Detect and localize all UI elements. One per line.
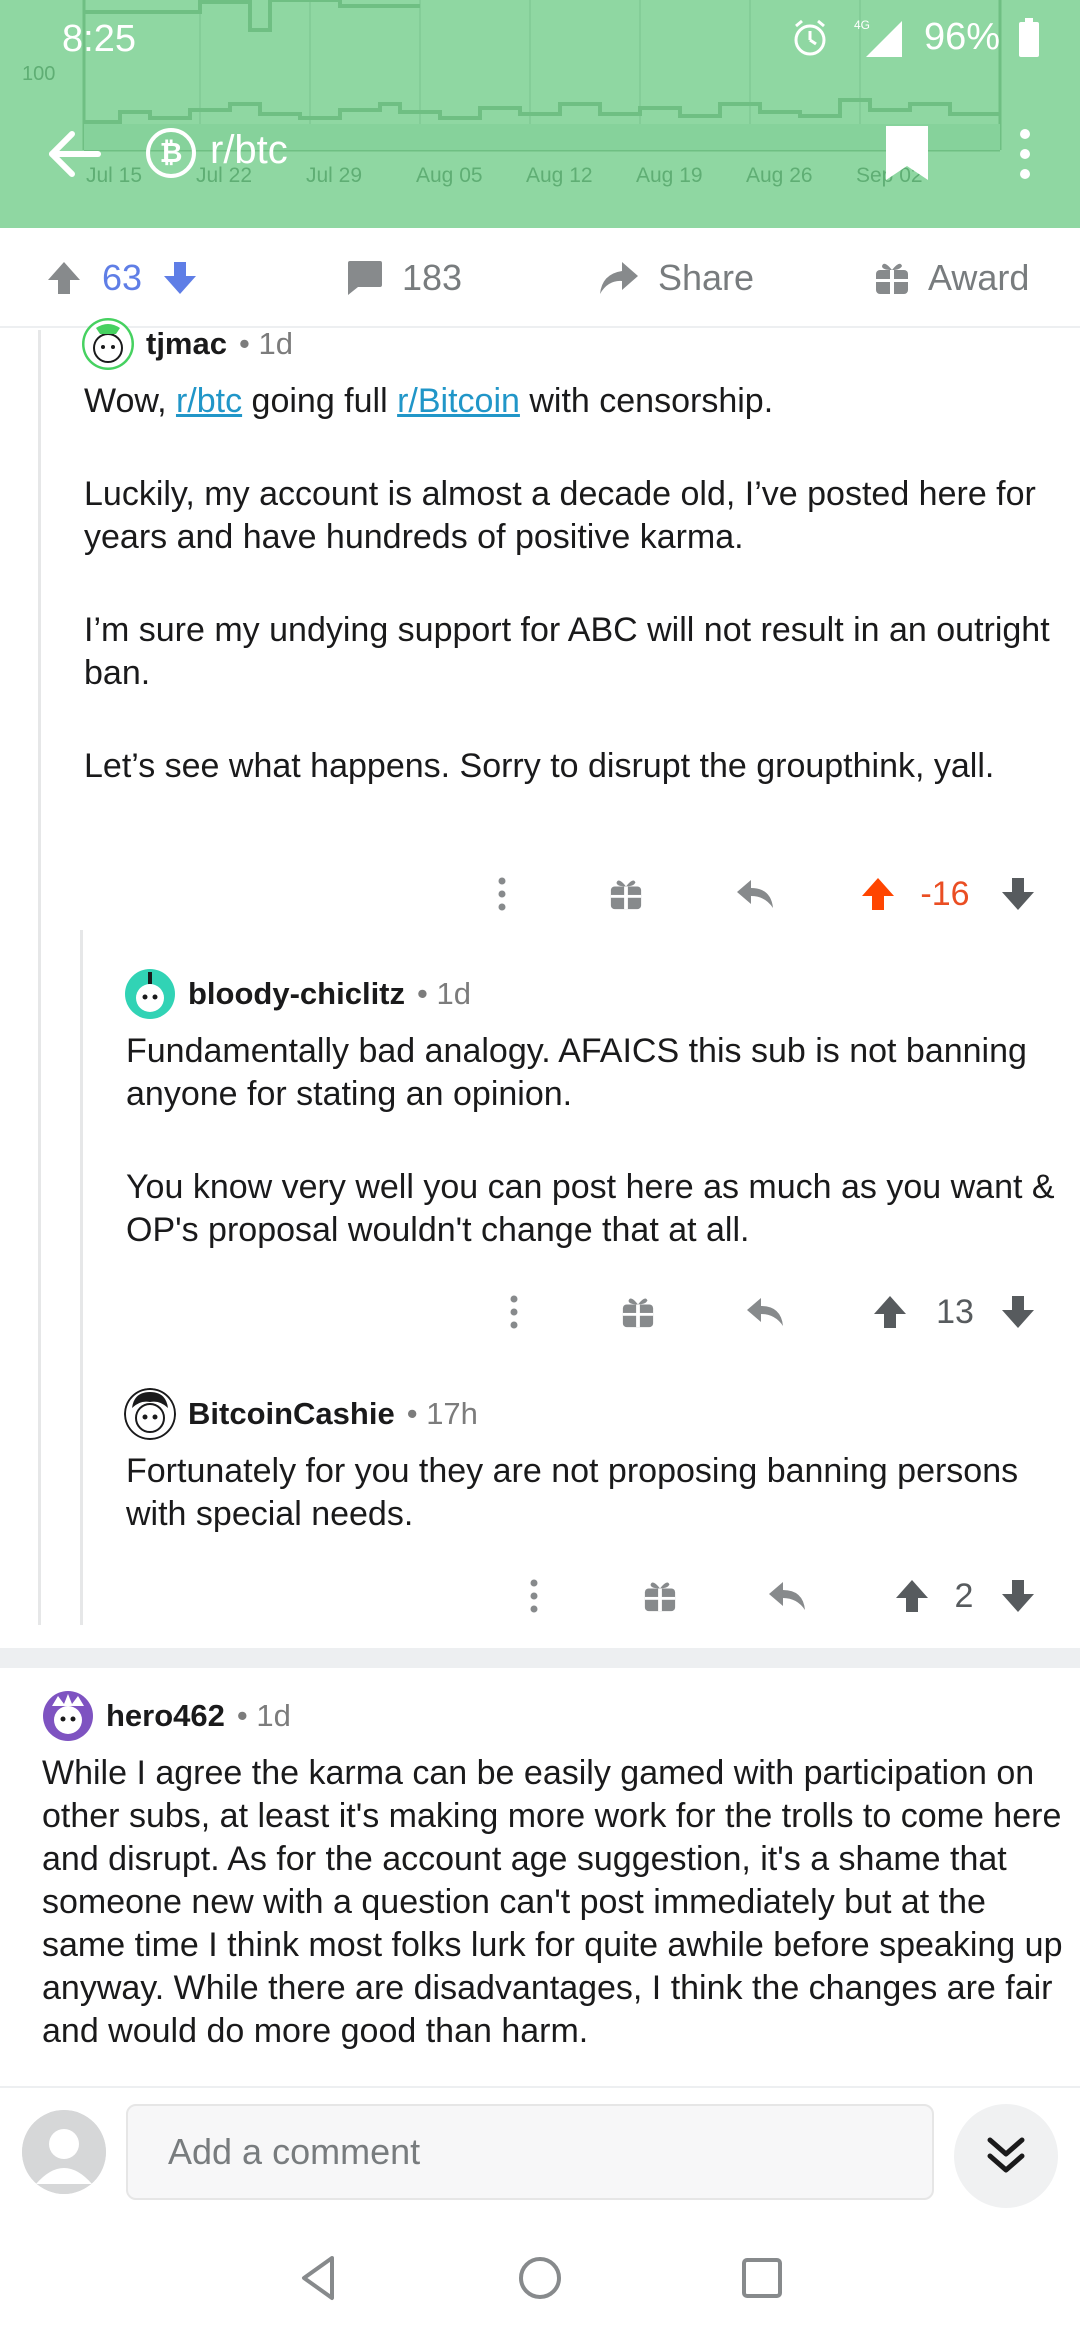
award-button[interactable]: Award	[874, 228, 1029, 328]
award-label: Award	[928, 257, 1030, 298]
comment-age: • 17h	[406, 1396, 478, 1431]
comment-age: • 1d	[417, 976, 471, 1011]
more-options-icon[interactable]	[492, 1282, 536, 1342]
subreddit-name[interactable]: r/btc	[210, 128, 288, 173]
alarm-icon	[794, 19, 826, 55]
status-time: 8:25	[62, 18, 136, 60]
comment-author[interactable]: BitcoinCashie	[188, 1396, 395, 1432]
user-avatar[interactable]	[22, 2110, 106, 2194]
bookmark-icon[interactable]	[884, 124, 930, 182]
avatar[interactable]	[124, 968, 176, 1020]
downvote-arrow-icon[interactable]	[996, 864, 1040, 924]
avatar[interactable]	[124, 1388, 176, 1440]
reply-icon[interactable]	[740, 1282, 790, 1342]
comments-count-button[interactable]: 183	[344, 228, 462, 328]
comment-body: Fundamentally bad analogy. AFAICS this s…	[126, 1030, 1056, 1252]
comments-count: 183	[402, 257, 463, 298]
comment-input-placeholder: Add a comment	[168, 2131, 421, 2172]
comment-author[interactable]: tjmac	[146, 326, 227, 362]
battery-percent: 96%	[923, 16, 1000, 58]
reply-icon[interactable]	[762, 1566, 812, 1626]
upvote-arrow-icon[interactable]	[890, 1566, 934, 1626]
comment-author[interactable]: bloody-chiclitz	[188, 976, 405, 1012]
subreddit-link[interactable]: r/btc	[176, 382, 242, 420]
comment-age: • 1d	[236, 1698, 291, 1733]
comment-paragraph: While I agree the karma can be easily ga…	[42, 1754, 1063, 2050]
subreddit-header: 8:25 4G 96% ₿ r/btc 100 Jul 15 Jul 22 Jul …	[0, 0, 1080, 228]
gift-icon[interactable]	[638, 1566, 682, 1626]
comment-actions: 13	[0, 1282, 1080, 1342]
downvote-arrow-icon[interactable]	[996, 1282, 1040, 1342]
comment-score: 2	[954, 1576, 974, 1615]
upvote-arrow-icon[interactable]	[856, 864, 900, 924]
post-action-bar: 63 183 Share Award	[0, 228, 1080, 328]
more-options-icon[interactable]	[1010, 126, 1040, 182]
comment-header: BitcoinCashie • 17h	[124, 1388, 478, 1440]
double-chevron-down-icon	[987, 2137, 1025, 2173]
thread-indent-line	[80, 930, 83, 1625]
comment-header: bloody-chiclitz • 1d	[124, 968, 471, 1020]
post-vote-control: 63	[44, 228, 200, 328]
post-score: 63	[102, 257, 143, 298]
signal-4g-icon: 4G	[854, 18, 902, 57]
subreddit-link[interactable]: r/Bitcoin	[397, 382, 520, 420]
reply-icon[interactable]	[730, 864, 780, 924]
comment-paragraph: Wow, r/btc going full r/Bitcoin with cen…	[84, 382, 774, 420]
recents-square-icon[interactable]	[734, 2250, 790, 2306]
gift-icon[interactable]	[616, 1282, 660, 1342]
share-button[interactable]: Share	[596, 228, 754, 328]
comment-paragraph: You know very well you can post here as …	[126, 1168, 1055, 1249]
avatar[interactable]	[42, 1690, 94, 1742]
comment-header: tjmac • 1d	[82, 318, 293, 370]
more-options-icon[interactable]	[512, 1566, 556, 1626]
subreddit-bitcoin-icon[interactable]: ₿	[146, 128, 196, 178]
comment-actions: 2	[0, 1566, 1080, 1626]
comment-bubble-icon	[348, 261, 382, 295]
system-navigation-bar	[0, 2216, 1080, 2340]
downvote-arrow-icon[interactable]	[996, 1566, 1040, 1626]
comment-age: • 1d	[238, 326, 293, 361]
comment-score: -16	[920, 874, 970, 913]
share-arrow-icon	[600, 262, 638, 294]
share-label: Share	[658, 257, 755, 298]
comment-score: 13	[936, 1292, 974, 1331]
downvote-arrow-icon[interactable]	[160, 258, 200, 298]
back-triangle-icon[interactable]	[292, 2250, 348, 2306]
gift-icon	[876, 263, 908, 294]
svg-text:4G: 4G	[854, 18, 870, 32]
comment-paragraph: Fortunately for you they are not proposi…	[126, 1452, 1019, 1533]
upvote-arrow-icon[interactable]	[868, 1282, 912, 1342]
gift-icon[interactable]	[604, 864, 648, 924]
comment-separator	[0, 1648, 1080, 1668]
comment-paragraph: Let’s see what happens. Sorry to disrupt…	[84, 747, 995, 785]
status-icons: 4G 96%	[790, 16, 1040, 59]
collapse-comments-button[interactable]	[954, 2104, 1058, 2208]
battery-icon	[1019, 17, 1039, 57]
comment-actions: -16	[0, 864, 1080, 924]
comment-author[interactable]: hero462	[106, 1698, 225, 1734]
comment-header: hero462 • 1d	[42, 1690, 291, 1742]
comment-body: While I agree the karma can be easily ga…	[42, 1752, 1066, 2086]
comment-body: Fortunately for you they are not proposi…	[126, 1450, 1056, 1536]
home-circle-icon[interactable]	[512, 2250, 568, 2306]
more-options-icon[interactable]	[480, 864, 524, 924]
comment-paragraph: Luckily, my account is almost a decade o…	[84, 475, 1036, 556]
comment-paragraph: Fundamentally bad analogy. AFAICS this s…	[126, 1032, 1027, 1113]
avatar[interactable]	[82, 318, 134, 370]
upvote-arrow-icon[interactable]	[44, 258, 84, 298]
comment-paragraph: I’m sure my undying support for ABC will…	[84, 611, 1050, 692]
add-comment-bar: Add a comment	[0, 2086, 1080, 2216]
thread-indent-line	[38, 330, 41, 1625]
comment-body: Wow, r/btc going full r/Bitcoin with cen…	[84, 380, 1064, 788]
add-comment-input[interactable]: Add a comment	[126, 2104, 934, 2200]
back-arrow-icon[interactable]	[44, 124, 104, 184]
